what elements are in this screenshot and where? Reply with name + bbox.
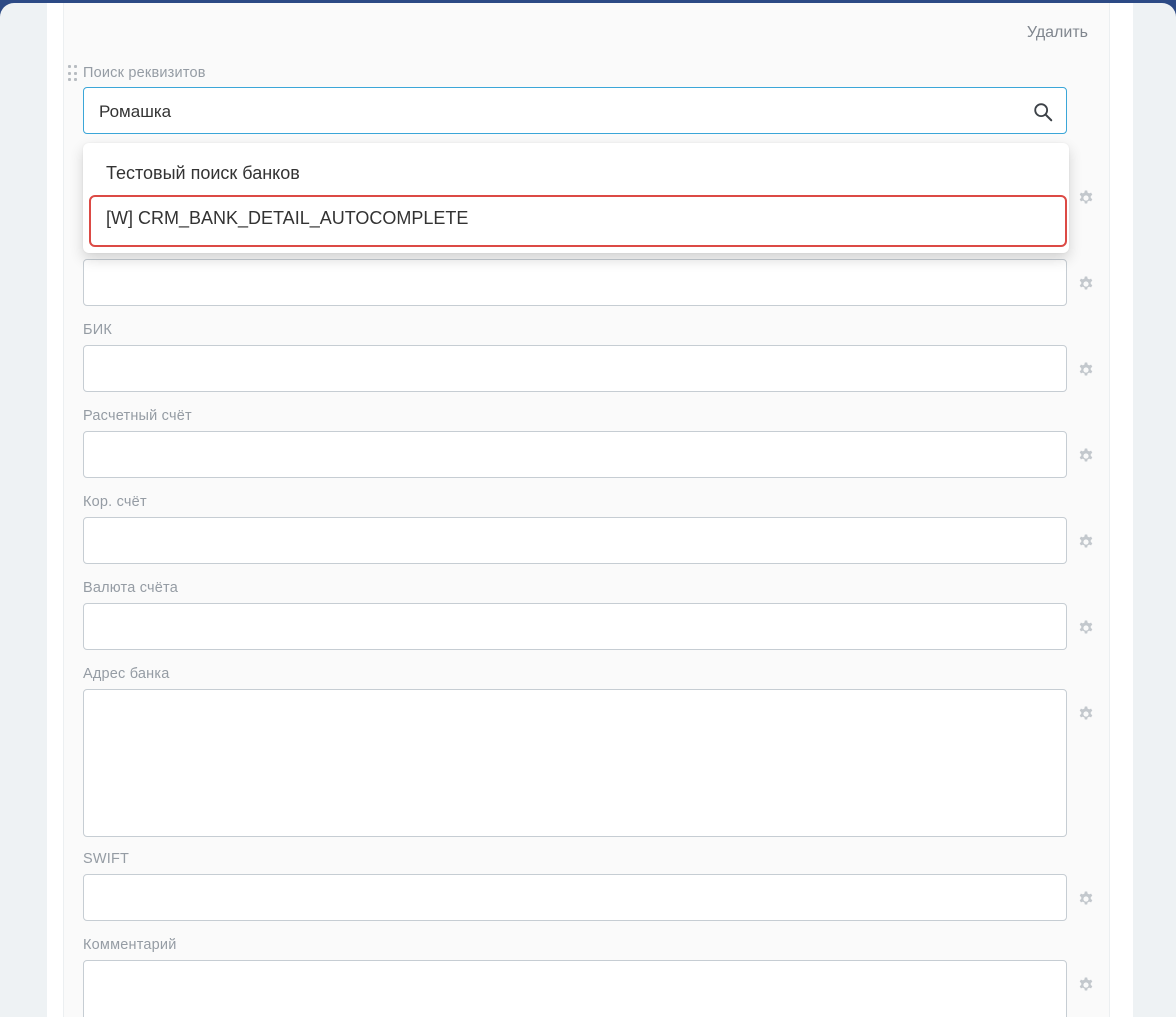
swift-label: SWIFT (83, 851, 130, 867)
corr-account-label: Кор. счёт (83, 494, 147, 510)
bank-address-label: Адрес банка (83, 666, 170, 682)
search-icon[interactable] (1032, 101, 1054, 123)
comment-field[interactable] (83, 960, 1067, 1017)
bik-label: БИК (83, 322, 112, 338)
dropdown-item-autocomplete[interactable]: [W] CRM_BANK_DETAIL_AUTOCOMPLETE (106, 208, 468, 229)
search-label: Поиск реквизитов (83, 65, 206, 81)
gear-icon[interactable] (1078, 190, 1094, 206)
sheet: Удалить Поиск реквизитов БИК Расчетный с… (0, 3, 1176, 1017)
gear-icon[interactable] (1078, 362, 1094, 378)
currency-field[interactable] (83, 603, 1067, 650)
hidden-field-2[interactable] (83, 259, 1067, 306)
account-label: Расчетный счёт (83, 408, 192, 424)
gear-icon[interactable] (1078, 706, 1094, 722)
gear-icon[interactable] (1078, 620, 1094, 636)
gear-icon[interactable] (1078, 534, 1094, 550)
delete-link[interactable]: Удалить (1027, 24, 1088, 42)
gear-icon[interactable] (1078, 276, 1094, 292)
account-field[interactable] (83, 431, 1067, 478)
search-dropdown: Тестовый поиск банков [W] CRM_BANK_DETAI… (83, 143, 1069, 253)
currency-label: Валюта счёта (83, 580, 178, 596)
gear-icon[interactable] (1078, 891, 1094, 907)
gear-icon[interactable] (1078, 977, 1094, 993)
bank-address-field[interactable] (83, 689, 1067, 837)
gear-icon[interactable] (1078, 448, 1094, 464)
corr-account-field[interactable] (83, 517, 1067, 564)
drag-handle-icon[interactable] (68, 65, 78, 83)
swift-field[interactable] (83, 874, 1067, 921)
dropdown-item[interactable]: Тестовый поиск банков (106, 163, 300, 184)
comment-label: Комментарий (83, 937, 177, 953)
search-input[interactable] (99, 102, 999, 122)
search-field[interactable] (83, 87, 1067, 134)
bik-field[interactable] (83, 345, 1067, 392)
